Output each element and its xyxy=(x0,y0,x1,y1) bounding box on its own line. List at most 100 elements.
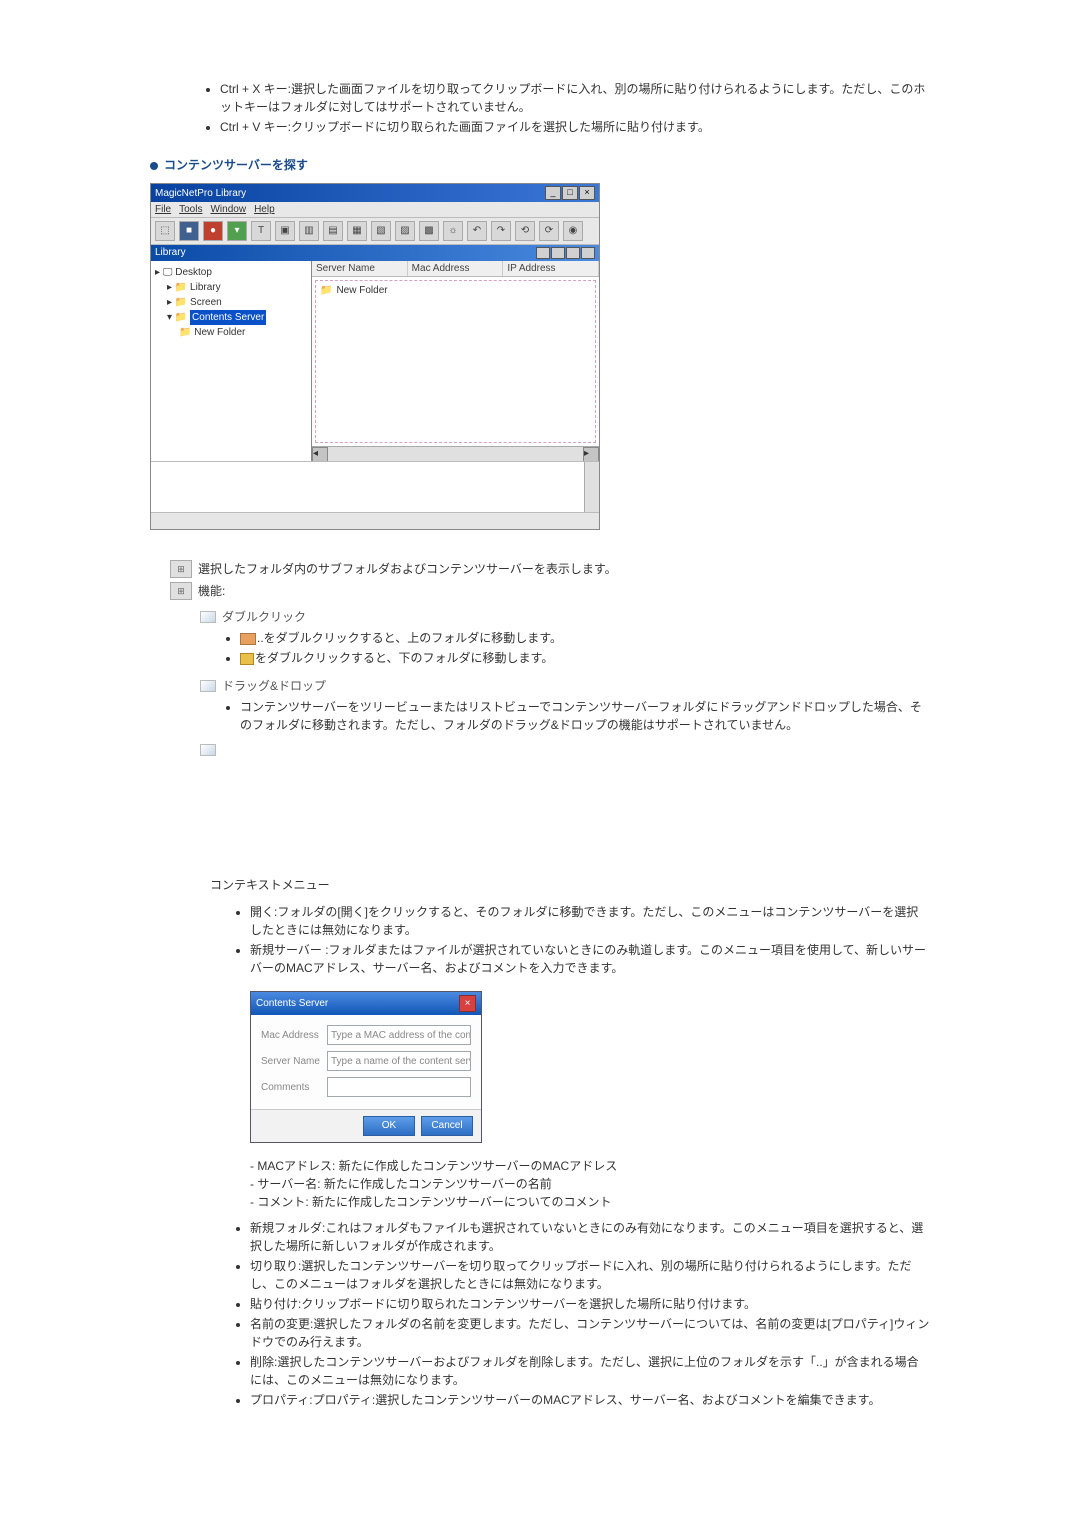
toolbar-button[interactable]: ↶ xyxy=(467,221,487,241)
list-item: をダブルクリックすると、下のフォルダに移動します。 xyxy=(240,649,930,667)
sub-heading-label: ドラッグ&ドロップ xyxy=(222,677,326,694)
col-mac-address[interactable]: Mac Address xyxy=(408,261,504,276)
toolbar-button[interactable]: ☼ xyxy=(443,221,463,241)
scrollbar-horizontal[interactable]: ◂ ▸ xyxy=(312,446,599,461)
server-name-label: Server Name xyxy=(261,1056,327,1067)
top-bullet-list: Ctrl + X キー:選択した画面ファイルを切り取ってクリップボードに入れ、別… xyxy=(220,80,930,136)
folder-tree[interactable]: ▸ 🖵 Desktop ▸ 📁 Library ▸ 📁 Screen ▾ 📁 C… xyxy=(151,261,311,461)
triangle-icon xyxy=(200,611,216,623)
toolbar-button[interactable]: ◉ xyxy=(563,221,583,241)
triangle-icon xyxy=(200,680,216,692)
comments-input[interactable] xyxy=(327,1077,471,1097)
context-menu-list: 開く:フォルダの[開く]をクリックすると、そのフォルダに移動できます。ただし、こ… xyxy=(250,903,930,977)
menu-window[interactable]: Window xyxy=(210,204,246,215)
ctx-item: 名前の変更:選択したフォルダの名前を変更します。ただし、コンテンツサーバーについ… xyxy=(250,1315,930,1351)
toolbar-button[interactable]: ⬚ xyxy=(155,221,175,241)
tree-item[interactable]: 📁 New Folder xyxy=(155,325,307,340)
folder-down-icon xyxy=(240,653,254,665)
cancel-button[interactable]: Cancel xyxy=(421,1116,473,1136)
context-menu-heading: コンテキストメニュー xyxy=(210,876,930,893)
triangle-icon xyxy=(200,744,216,756)
folder-up-icon xyxy=(240,633,256,645)
menu-tools[interactable]: Tools xyxy=(179,204,202,215)
dialog-title: Contents Server xyxy=(256,998,328,1009)
list-row[interactable]: 📁 New Folder xyxy=(320,285,591,296)
toolbar-button[interactable]: ⟲ xyxy=(515,221,535,241)
list-item: ..をダブルクリックすると、上のフォルダに移動します。 xyxy=(240,629,930,647)
plus-icon: ⊞ xyxy=(170,582,192,600)
definition-text: 選択したフォルダ内のサブフォルダおよびコンテンツサーバーを表示します。 xyxy=(198,560,930,577)
statusbar xyxy=(151,512,599,529)
list-header: Server Name Mac Address IP Address xyxy=(312,261,599,277)
dialog-screenshot: Contents Server × Mac Address Type a MAC… xyxy=(250,991,930,1143)
list-body[interactable]: 📁 New Folder xyxy=(315,280,596,443)
context-menu-list-2: 新規フォルダ:これはフォルダもファイルも選択されていないときにのみ有効になります… xyxy=(250,1219,930,1409)
toolbar-button[interactable]: ▾ xyxy=(227,221,247,241)
sub-heading: ドラッグ&ドロップ xyxy=(200,677,930,694)
toolbar-button[interactable]: ▧ xyxy=(371,221,391,241)
comments-label: Comments xyxy=(261,1082,327,1093)
ctx-item: 削除:選択したコンテンツサーバーおよびフォルダを削除します。ただし、選択に上位の… xyxy=(250,1353,930,1389)
list-item: コンテンツサーバーをツリービューまたはリストビューでコンテンツサーバーフォルダに… xyxy=(240,698,930,734)
mac-address-label: Mac Address xyxy=(261,1030,327,1041)
definition-label: 機能: xyxy=(198,582,930,599)
ctx-item: 切り取り:選択したコンテンツサーバーを切り取ってクリップボードに入れ、別の場所に… xyxy=(250,1257,930,1293)
toolbar-button[interactable]: ▤ xyxy=(323,221,343,241)
sub-heading-label: ダブルクリック xyxy=(222,608,306,625)
ctx-item: 新規サーバー :フォルダまたはファイルが選択されていないときにのみ軌道します。こ… xyxy=(250,941,930,977)
toolbar-button[interactable]: ▨ xyxy=(395,221,415,241)
toolbar-button[interactable]: ▦ xyxy=(347,221,367,241)
panel-icon[interactable] xyxy=(536,247,550,259)
app-screenshot: MagicNetPro Library _ □ × File Tools Win… xyxy=(150,183,600,530)
tree-item[interactable]: ▸ 📁 Library xyxy=(155,280,307,295)
toolbar-button[interactable]: ↷ xyxy=(491,221,511,241)
tree-item[interactable]: ▾ 📁 Contents Server xyxy=(155,310,307,325)
dragdrop-list: コンテンツサーバーをツリービューまたはリストビューでコンテンツサーバーフォルダに… xyxy=(240,698,930,734)
minimize-icon[interactable]: _ xyxy=(545,186,561,200)
col-ip-address[interactable]: IP Address xyxy=(503,261,599,276)
plus-icon: ⊞ xyxy=(170,560,192,578)
ctx-item: 新規フォルダ:これはフォルダもファイルも選択されていないときにのみ有効になります… xyxy=(250,1219,930,1255)
folder-icon: 📁 xyxy=(320,285,332,296)
toolbar-button[interactable]: T xyxy=(251,221,271,241)
dblclick-list: ..をダブルクリックすると、上のフォルダに移動します。 をダブルクリックすると、… xyxy=(240,629,930,667)
maximize-icon[interactable]: □ xyxy=(562,186,578,200)
toolbar-button[interactable]: ▣ xyxy=(275,221,295,241)
ok-button[interactable]: OK xyxy=(363,1116,415,1136)
panel-icon[interactable] xyxy=(581,247,595,259)
note-line: - コメント: 新たに作成したコンテンツサーバーについてのコメント xyxy=(250,1193,930,1211)
menu-help[interactable]: Help xyxy=(254,204,275,215)
mac-address-input[interactable]: Type a MAC address of the content server… xyxy=(327,1025,471,1045)
tree-item[interactable]: ▸ 📁 Screen xyxy=(155,295,307,310)
toolbar-button[interactable]: ▥ xyxy=(299,221,319,241)
window-title: MagicNetPro Library xyxy=(155,188,246,199)
toolbar-button[interactable]: ● xyxy=(203,221,223,241)
toolbar-button[interactable]: ⟳ xyxy=(539,221,559,241)
toolbar: ⬚ ■ ● ▾ T ▣ ▥ ▤ ▦ ▧ ▨ ▩ ☼ ↶ ↷ ⟲ ⟳ ◉ xyxy=(151,218,599,245)
panel-icon[interactable] xyxy=(551,247,565,259)
close-icon[interactable]: × xyxy=(459,995,476,1012)
menu-file[interactable]: File xyxy=(155,204,171,215)
toolbar-button[interactable]: ■ xyxy=(179,221,199,241)
ctx-item: 開く:フォルダの[開く]をクリックすると、そのフォルダに移動できます。ただし、こ… xyxy=(250,903,930,939)
ctx-item: 貼り付け:クリップボードに切り取られたコンテンツサーバーを選択した場所に貼り付け… xyxy=(250,1295,930,1313)
top-bullet-item: Ctrl + X キー:選択した画面ファイルを切り取ってクリップボードに入れ、別… xyxy=(220,80,930,116)
top-bullet-item: Ctrl + V キー:クリップボードに切り取られた画面ファイルを選択した場所に… xyxy=(220,118,930,136)
close-icon[interactable]: × xyxy=(579,186,595,200)
section-title: コンテンツサーバーを探す xyxy=(150,156,930,173)
panel-icon[interactable] xyxy=(566,247,580,259)
panel-title: Library xyxy=(155,247,186,259)
menubar[interactable]: File Tools Window Help xyxy=(151,202,599,218)
tree-item[interactable]: ▸ 🖵 Desktop xyxy=(155,265,307,280)
col-server-name[interactable]: Server Name xyxy=(312,261,408,276)
ctx-item: プロパティ:プロパティ:選択したコンテンツサーバーのMACアドレス、サーバー名、… xyxy=(250,1391,930,1409)
window-titlebar: MagicNetPro Library _ □ × xyxy=(151,184,599,202)
server-name-input[interactable]: Type a name of the content server. xyxy=(327,1051,471,1071)
sub-heading: ダブルクリック xyxy=(200,608,930,625)
bottom-textarea[interactable] xyxy=(151,461,599,512)
panel-header: Library xyxy=(151,245,599,261)
list-row-name: New Folder xyxy=(336,285,387,296)
dialog-notes: - MACアドレス: 新たに作成したコンテンツサーバーのMACアドレス - サー… xyxy=(250,1157,930,1211)
dialog-titlebar: Contents Server × xyxy=(251,992,481,1015)
toolbar-button[interactable]: ▩ xyxy=(419,221,439,241)
